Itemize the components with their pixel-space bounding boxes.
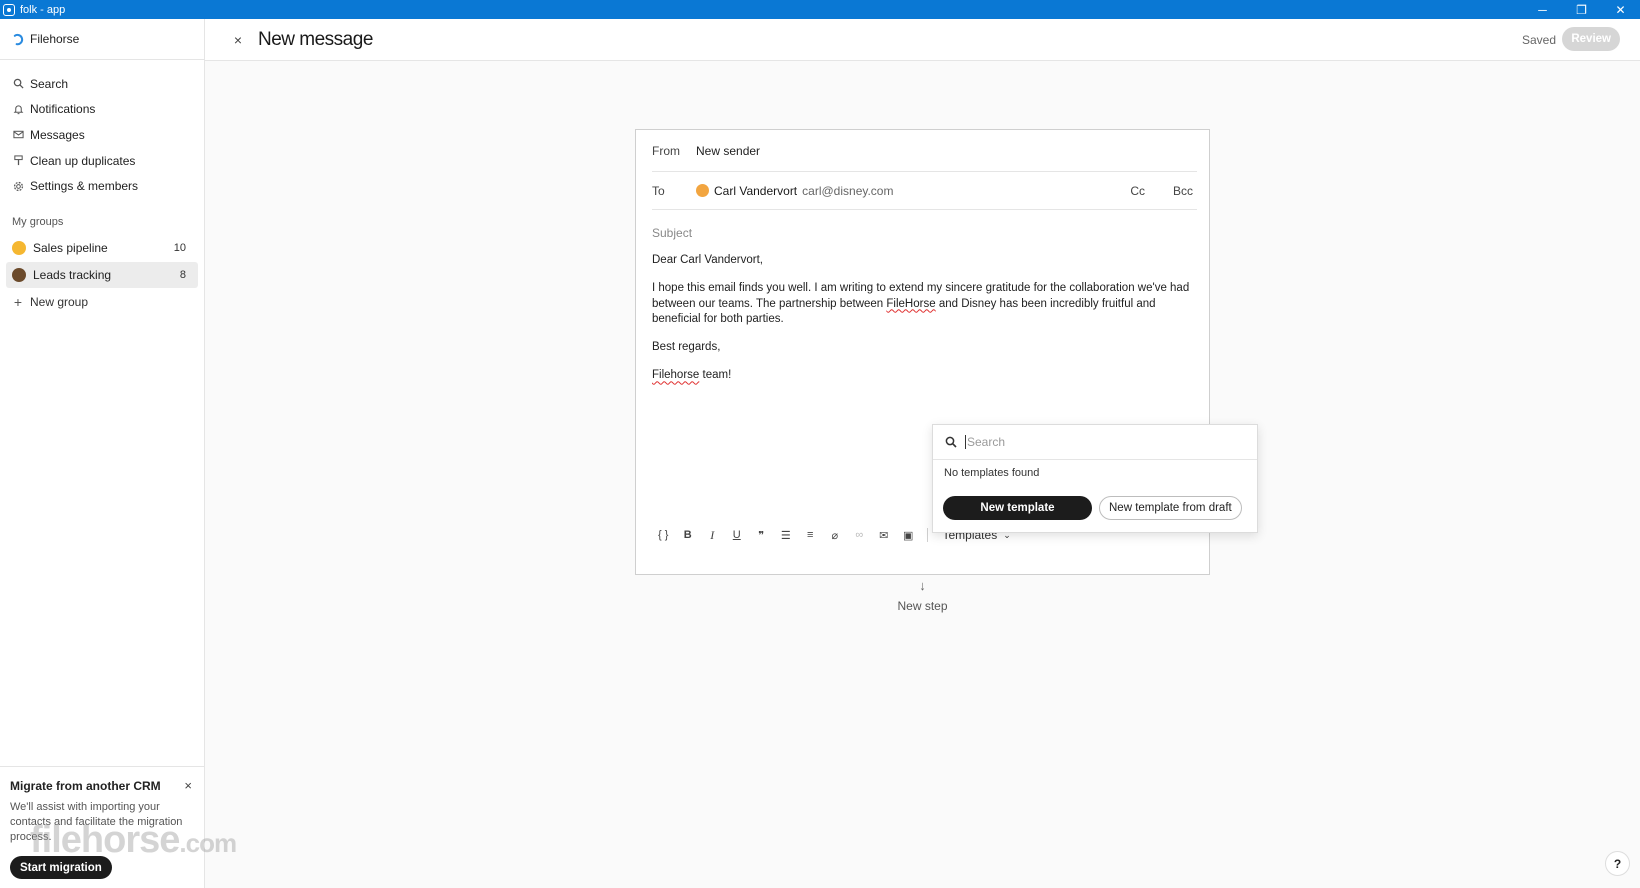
no-templates-message: No templates found xyxy=(944,467,1040,479)
body-paragraph: I hope this email finds you well. I am w… xyxy=(652,281,1197,327)
new-step-label: New step xyxy=(897,599,948,613)
misspelled-word: Filehorse xyxy=(652,369,700,382)
migrate-card: Migrate from another CRM × We'll assist … xyxy=(0,766,204,888)
sidebar: Filehorse Search Notifications Messages … xyxy=(0,19,237,888)
sender-value[interactable]: New sender xyxy=(696,144,760,158)
sidebar-item-label: Clean up duplicates xyxy=(30,153,136,168)
template-search-input[interactable] xyxy=(965,435,1215,449)
group-item-leads-tracking[interactable]: Leads tracking 8 xyxy=(6,261,198,288)
start-migration-button[interactable]: Start migration xyxy=(10,856,112,879)
signature-line: Filehorse team! xyxy=(652,368,1197,383)
sidebar-item-settings[interactable]: Settings & members xyxy=(0,173,204,199)
cc-button[interactable]: Cc xyxy=(1130,184,1145,198)
underline-icon[interactable]: U xyxy=(725,525,750,545)
message-body[interactable]: Dear Carl Vandervort, I hope this email … xyxy=(652,253,1197,397)
from-row[interactable]: From New sender xyxy=(652,130,1197,172)
numbered-list-icon[interactable]: ≡ xyxy=(798,525,823,545)
migrate-description: We'll assist with importing your contact… xyxy=(10,801,183,843)
group-emoji-icon xyxy=(12,240,26,255)
workspace-logo-icon xyxy=(13,33,24,45)
migrate-close-icon[interactable]: × xyxy=(184,778,192,793)
sidebar-item-label: Search xyxy=(30,76,69,91)
sidebar-item-clean-up-duplicates[interactable]: Clean up duplicates xyxy=(0,148,204,174)
search-icon xyxy=(945,436,957,448)
recipient-email: carl@disney.com xyxy=(802,183,894,198)
sidebar-item-notifications[interactable]: Notifications xyxy=(0,97,204,123)
bullet-list-icon[interactable]: ☰ xyxy=(774,525,799,545)
bold-icon[interactable]: B xyxy=(676,525,701,545)
recipient-name[interactable]: Carl Vandervort xyxy=(714,184,797,198)
bcc-button[interactable]: Bcc xyxy=(1173,184,1193,198)
close-message-button[interactable]: × xyxy=(231,32,245,48)
new-group-label: New group xyxy=(30,294,89,309)
save-status: Saved xyxy=(1521,33,1556,47)
sidebar-item-label: Notifications xyxy=(30,102,96,117)
minimize-button[interactable]: ─ xyxy=(1523,0,1562,19)
subject-input[interactable]: Subject xyxy=(652,226,692,240)
template-search-bar xyxy=(933,425,1257,460)
from-label: From xyxy=(652,143,680,158)
italic-icon[interactable]: I xyxy=(700,525,725,545)
group-emoji-icon xyxy=(12,267,26,282)
new-template-button[interactable]: New template xyxy=(943,496,1092,520)
group-count: 10 xyxy=(173,241,186,254)
sidebar-item-search[interactable]: Search xyxy=(0,71,204,97)
group-item-sales-pipeline[interactable]: Sales pipeline 10 xyxy=(6,235,198,261)
workspace-switcher[interactable]: Filehorse xyxy=(0,19,204,60)
broom-icon xyxy=(12,155,24,167)
link-icon[interactable]: ∞ xyxy=(847,525,872,545)
page-title: New message xyxy=(258,28,373,50)
help-button[interactable]: ? xyxy=(1605,851,1630,876)
new-template-from-draft-button[interactable]: New template from draft xyxy=(1099,496,1242,520)
group-label: Leads tracking xyxy=(33,267,112,282)
bell-icon xyxy=(12,103,24,115)
app-icon xyxy=(3,3,15,16)
closing-line: Best regards, xyxy=(652,341,721,354)
window-title: folk - app xyxy=(20,3,66,16)
window-close-button[interactable]: ✕ xyxy=(1601,0,1640,19)
migrate-title: Migrate from another CRM xyxy=(10,779,161,793)
page-header: × New message Saved Review xyxy=(205,19,1640,61)
mail-icon xyxy=(12,129,24,141)
variable-icon[interactable]: { } xyxy=(651,525,676,545)
gear-icon xyxy=(12,180,24,192)
window-controls: ─ ❐ ✕ xyxy=(1523,0,1640,19)
sidebar-nav: Search Notifications Messages Clean up d… xyxy=(0,60,204,199)
workspace-name: Filehorse xyxy=(30,32,80,46)
toolbar-divider xyxy=(926,528,928,542)
quote-icon[interactable]: ❞ xyxy=(749,525,774,545)
email-settings-icon[interactable]: ✉ xyxy=(872,525,897,545)
to-row[interactable]: To Carl Vandervort carl@disney.com Cc Bc… xyxy=(652,172,1197,210)
groups-section-title: My groups xyxy=(12,215,64,228)
sidebar-item-label: Settings & members xyxy=(30,179,139,194)
recipient-avatar xyxy=(696,184,709,197)
sidebar-item-label: Messages xyxy=(30,127,85,142)
new-group-button[interactable]: + New group xyxy=(0,289,204,315)
popover-actions: New template New template from draft xyxy=(933,496,1257,520)
new-step-button[interactable]: ↓ New step xyxy=(835,578,1010,613)
attachment-icon[interactable]: ⌀ xyxy=(823,525,848,545)
image-icon[interactable]: ▣ xyxy=(896,525,921,545)
group-count: 8 xyxy=(179,268,186,281)
sidebar-item-messages[interactable]: Messages xyxy=(0,122,204,148)
templates-popover: No templates found New template New temp… xyxy=(932,424,1258,533)
search-icon xyxy=(12,78,24,90)
restore-button[interactable]: ❐ xyxy=(1562,0,1601,19)
plus-icon: + xyxy=(13,293,23,310)
arrow-down-icon: ↓ xyxy=(919,578,926,593)
misspelled-word: FileHorse xyxy=(886,297,936,310)
group-label: Sales pipeline xyxy=(33,240,108,255)
greeting-line: Dear Carl Vandervort, xyxy=(652,254,763,266)
window-titlebar: folk - app ─ ❐ ✕ xyxy=(0,0,1640,19)
signature-text: team! xyxy=(699,369,732,382)
to-label: To xyxy=(652,183,665,198)
review-button[interactable]: Review xyxy=(1562,27,1620,51)
